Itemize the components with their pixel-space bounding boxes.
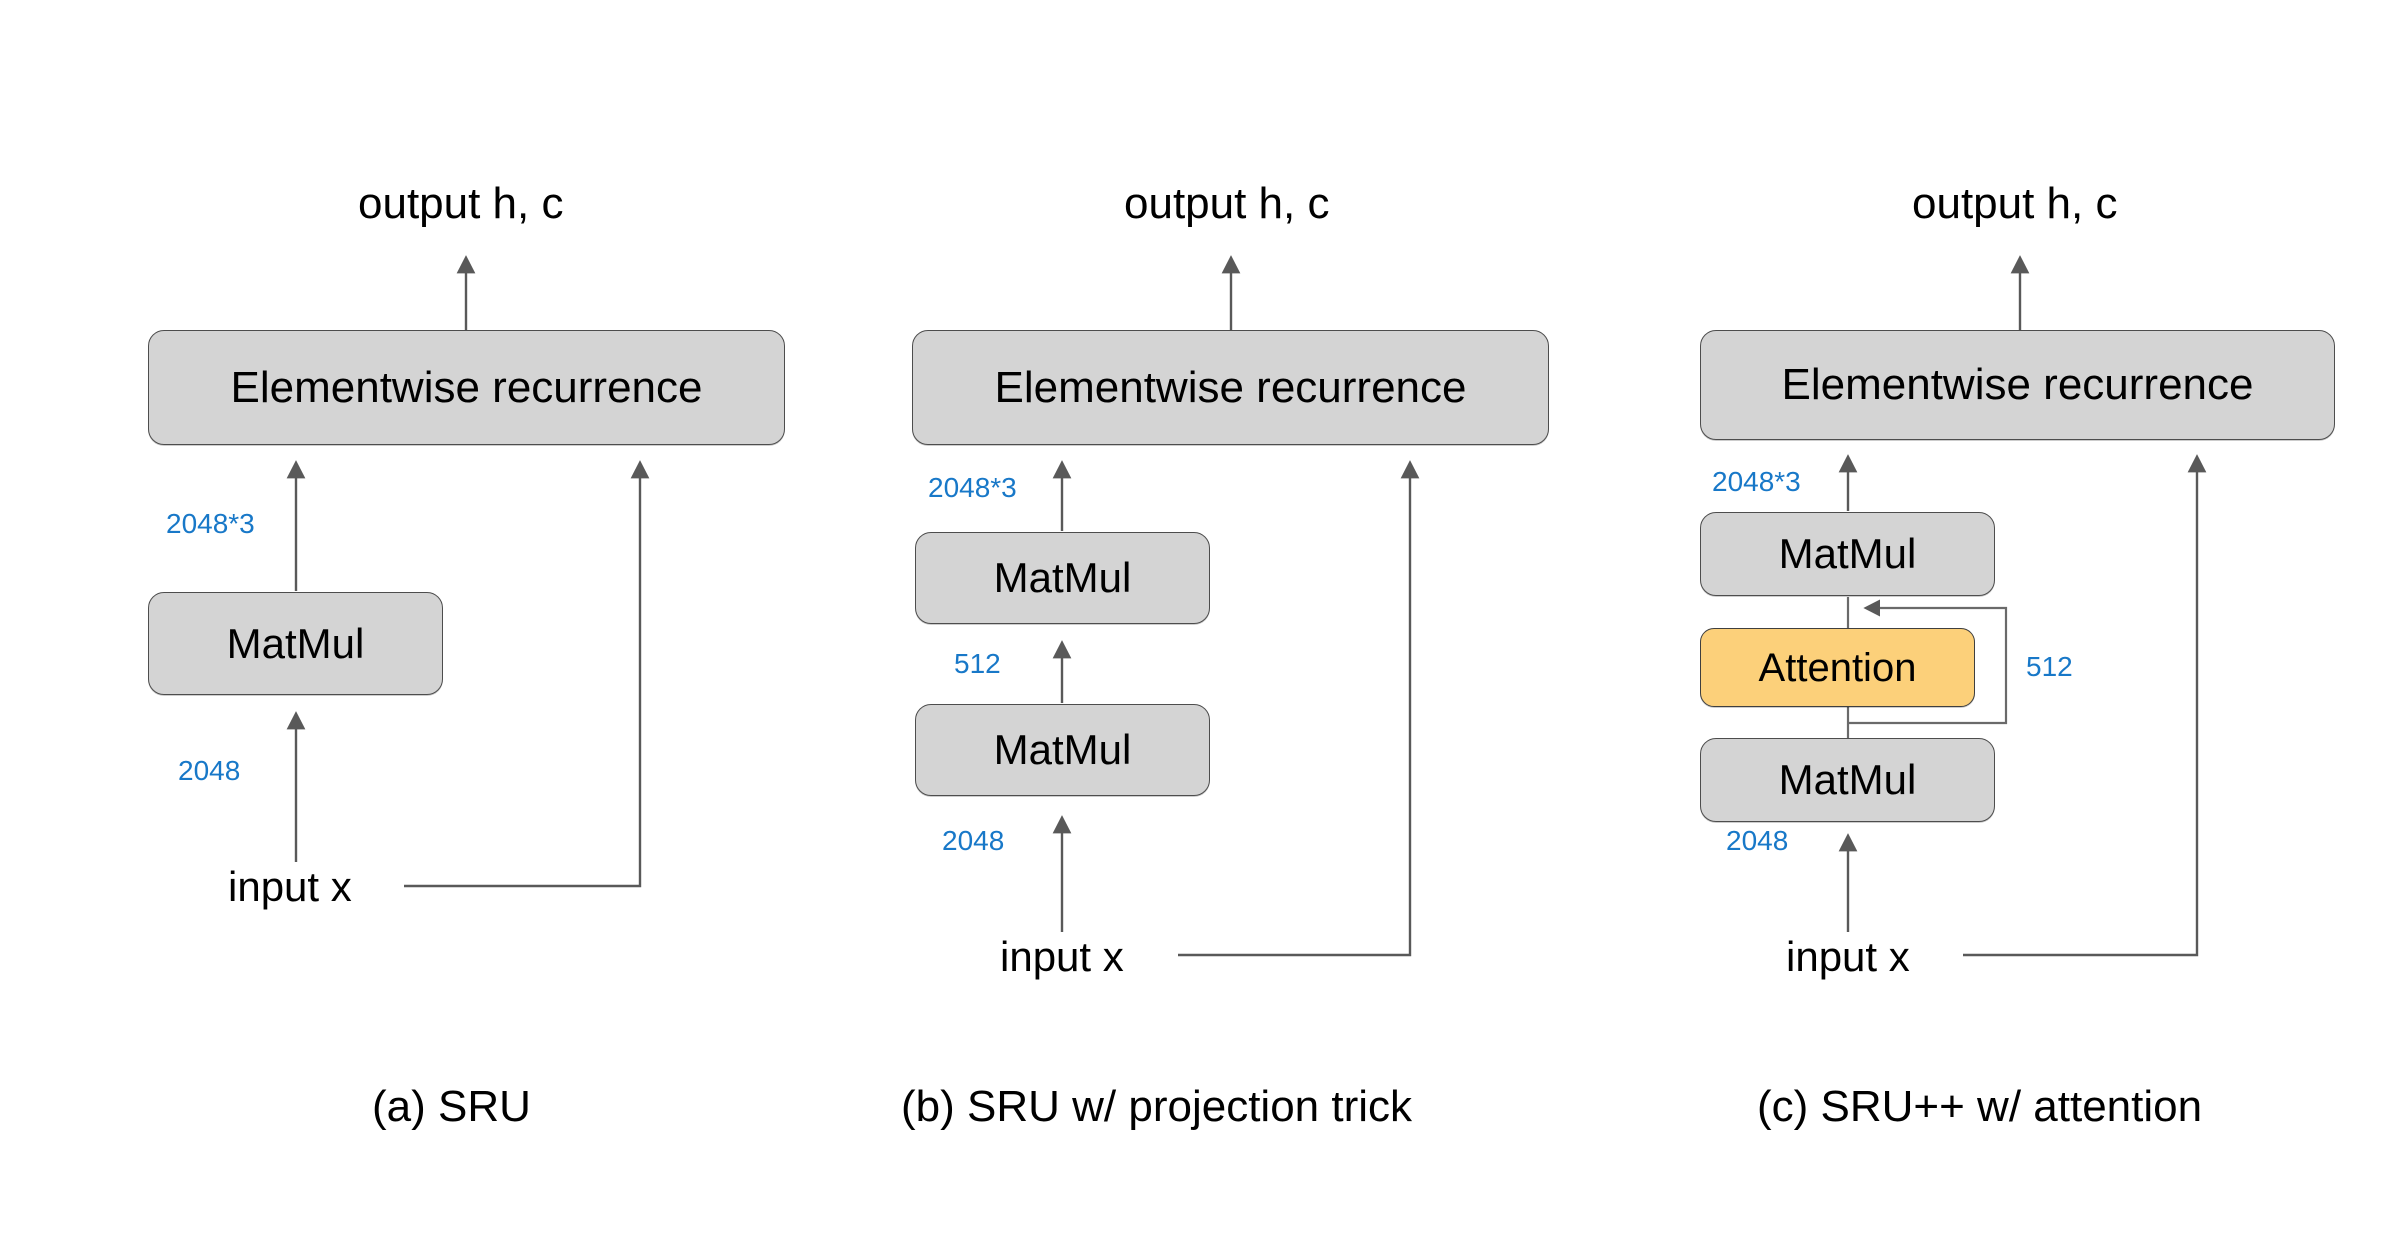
block-elementwise-recurrence-a[interactable]: Elementwise recurrence xyxy=(148,330,785,445)
block-attention-c[interactable]: Attention xyxy=(1700,628,1975,707)
output-label-a: output h, c xyxy=(358,179,564,228)
block-matmul-upper-c[interactable]: MatMul xyxy=(1700,512,1995,596)
edge-label-b-2048x3: 2048*3 xyxy=(928,472,1017,503)
edge-label-a-2048x3: 2048*3 xyxy=(166,508,255,539)
edge-label-c-512: 512 xyxy=(2026,651,2073,682)
edge-label-c-2048: 2048 xyxy=(1726,825,1789,856)
edge-b-input-skip-to-elementwise xyxy=(1178,460,1420,957)
output-label-b: output h, c xyxy=(1124,179,1330,228)
block-matmul-a[interactable]: MatMul xyxy=(148,592,443,695)
block-label: MatMul xyxy=(1778,756,1917,803)
edge-label-b-2048: 2048 xyxy=(942,825,1005,856)
edge-label-b-512: 512 xyxy=(954,648,1001,679)
input-label-c: input x xyxy=(1786,933,1910,980)
block-matmul-lower-c[interactable]: MatMul xyxy=(1700,738,1995,822)
block-label: Attention xyxy=(1758,645,1917,690)
caption-c: (c) SRU++ w/ attention xyxy=(1757,1082,2203,1131)
block-matmul-lower-b[interactable]: MatMul xyxy=(915,704,1210,796)
edge-label-a-2048: 2048 xyxy=(178,755,241,786)
block-label: MatMul xyxy=(1778,530,1917,577)
edge-label-c-2048x3: 2048*3 xyxy=(1712,466,1801,497)
caption-a: (a) SRU xyxy=(372,1082,531,1131)
block-elementwise-recurrence-c[interactable]: Elementwise recurrence xyxy=(1700,330,2335,440)
edge-c-input-skip-to-elementwise xyxy=(1963,454,2207,957)
block-label: Elementwise recurrence xyxy=(1781,360,2254,409)
caption-b: (b) SRU w/ projection trick xyxy=(901,1082,1413,1131)
output-label-c: output h, c xyxy=(1912,179,2118,228)
input-label-b: input x xyxy=(1000,933,1124,980)
figure-canvas: output h, c Elementwise recurrence 2048*… xyxy=(0,0,2400,1256)
block-label: Elementwise recurrence xyxy=(230,362,703,412)
input-label-a: input x xyxy=(228,863,352,910)
block-label: MatMul xyxy=(993,554,1132,601)
block-label: MatMul xyxy=(226,619,365,667)
block-label: MatMul xyxy=(993,726,1132,773)
block-elementwise-recurrence-b[interactable]: Elementwise recurrence xyxy=(912,330,1549,445)
block-label: Elementwise recurrence xyxy=(994,362,1467,412)
block-matmul-upper-b[interactable]: MatMul xyxy=(915,532,1210,624)
